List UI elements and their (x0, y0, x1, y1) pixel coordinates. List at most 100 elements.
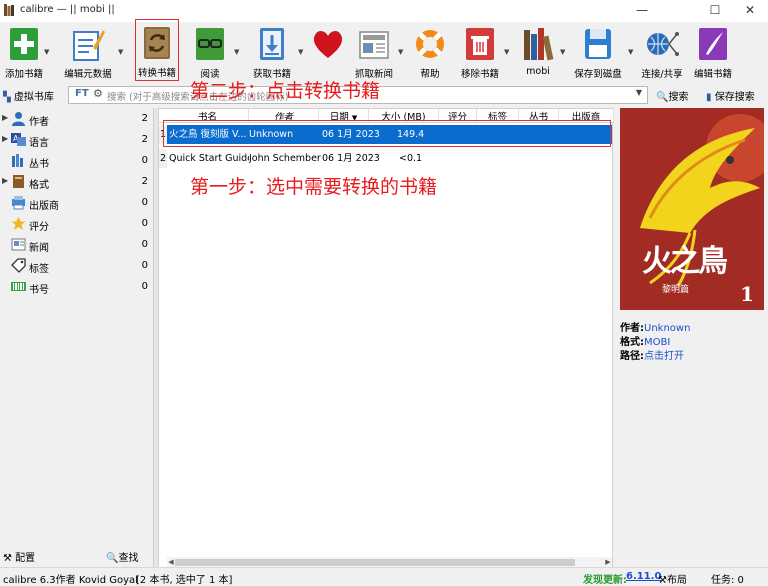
tag-item-tags[interactable]: 标签 0 (0, 256, 152, 276)
edit-metadata-dropdown[interactable]: ▼ (118, 48, 123, 56)
fetch-news-button[interactable]: 抓取新闻 (352, 24, 396, 82)
detail-author: 作者:Unknown (620, 319, 690, 334)
tag-name: 新闻 (29, 243, 49, 254)
edit-metadata-icon (73, 30, 105, 61)
maximize-button[interactable]: ☐ (697, 0, 733, 22)
tag-count: 0 (141, 218, 148, 229)
help-lifebuoy-icon (416, 30, 444, 58)
expand-arrow-icon[interactable]: ▶ (2, 134, 8, 143)
scrollbar-thumb[interactable] (175, 559, 575, 566)
help-button[interactable]: 帮助 (410, 24, 450, 82)
library-books-icon (524, 28, 554, 61)
update-label: 发现更新: (583, 575, 627, 586)
get-books-icon (260, 28, 284, 60)
advanced-search-gear-icon[interactable]: ⚙ (93, 87, 103, 100)
layout-button[interactable]: ⚒布局 (658, 571, 687, 586)
convert-books-icon (144, 27, 170, 59)
tag-item-identifiers[interactable]: 书号 0 (0, 277, 152, 297)
tag-browser: ▶ 作者 2 ▶ A 语言 2 丛书 0 ▶ 格式 2 出版商 0 评分 0 新… (0, 108, 152, 543)
detail-path-link[interactable]: 点击打开 (644, 351, 684, 362)
remove-books-dropdown[interactable]: ▼ (504, 48, 509, 56)
jobs-indicator[interactable]: 任务: 0 (711, 571, 744, 586)
cell-author: John Schember (249, 153, 321, 164)
connect-share-button[interactable]: 连接/共享 (641, 24, 683, 82)
cover-volume: 1 (740, 282, 754, 306)
donate-button[interactable] (308, 24, 348, 82)
expand-arrow-icon[interactable]: ▶ (2, 176, 8, 185)
library-button[interactable]: mobi (518, 24, 558, 82)
status-bar: calibre 6.3作者 Kovid Goyal [2 本书, 选中了 1 本… (0, 567, 768, 586)
edit-book-button[interactable]: 编辑书籍 (693, 24, 733, 82)
cell-size: <0.1 (399, 153, 423, 164)
wrench-icon: ⚒ (3, 553, 12, 564)
get-books-button[interactable]: 获取书籍 (252, 24, 292, 82)
tag-name: 评分 (29, 222, 49, 233)
layout-label: 布局 (666, 575, 687, 586)
book-details-panel: 火之鳥 黎明篇 1 作者:Unknown 格式:MOBI 路径:点击打开 (614, 108, 768, 570)
search-button-label: 搜索 (668, 92, 689, 103)
find-label: 查找 (118, 553, 139, 564)
tag-browser-footer: ⚒ 配置 🔍查找 (0, 545, 152, 565)
find-icon: 🔍 (106, 553, 119, 564)
tag-item-rating[interactable]: 评分 0 (0, 214, 152, 234)
full-text-search-icon[interactable]: FT (75, 88, 89, 99)
get-books-dropdown[interactable]: ▼ (298, 48, 303, 56)
add-books-dropdown[interactable]: ▼ (44, 48, 49, 56)
library-dropdown[interactable]: ▼ (560, 48, 565, 56)
step1-highlight-box (163, 120, 611, 147)
search-button[interactable]: 🔍搜索 (656, 88, 688, 103)
tag-item-languages[interactable]: ▶ A 语言 2 (0, 130, 152, 150)
annotation-step1: 第一步：选中需要转换的书籍 (190, 176, 438, 198)
minimize-button[interactable]: — (624, 0, 660, 22)
cell-title: Quick Start Guide (169, 153, 249, 164)
find-button[interactable]: 🔍查找 (106, 549, 138, 564)
connect-share-icon (647, 32, 679, 56)
virtual-library-button[interactable]: ▚ 虚拟书库 (3, 88, 54, 103)
tag-item-authors[interactable]: ▶ 作者 2 (0, 109, 152, 129)
configure-button[interactable]: ⚒ 配置 (3, 549, 35, 564)
tag-count: 2 (141, 113, 148, 124)
remove-books-button[interactable]: 移除书籍 (460, 24, 500, 82)
remove-books-label: 移除书籍 (460, 69, 499, 80)
read-button[interactable]: 阅读 (190, 24, 230, 82)
tag-item-formats[interactable]: ▶ 格式 2 (0, 172, 152, 192)
close-button[interactable]: ✕ (732, 0, 768, 22)
add-books-button[interactable]: 添加书籍 (4, 24, 44, 82)
main-toolbar: 添加书籍 ▼ 编辑元数据 ▼ 转换书籍 阅读 ▼ 获取书籍 ▼ 抓取新闻 ▼ 帮… (0, 19, 768, 84)
save-to-disk-button[interactable]: 保存到磁盘 (574, 24, 622, 82)
edit-metadata-label: 编辑元数据 (64, 69, 112, 80)
calibre-app-icon (4, 4, 14, 16)
tag-item-publishers[interactable]: 出版商 0 (0, 193, 152, 213)
tag-count: 0 (141, 197, 148, 208)
help-label: 帮助 (420, 69, 440, 80)
detail-path: 路径:点击打开 (620, 347, 684, 362)
cell-date: 06 1月 2023 (322, 153, 380, 164)
publisher-icon (12, 196, 25, 210)
convert-books-label: 转换书籍 (137, 68, 176, 79)
edit-metadata-button[interactable]: 编辑元数据 (64, 24, 112, 82)
title-bar: calibre — || mobi || — ☐ ✕ (0, 0, 768, 22)
save-search-label: 保存搜索 (714, 92, 755, 103)
status-version: calibre 6.3作者 Kovid Goyal (3, 575, 138, 586)
expand-arrow-icon[interactable]: ▶ (2, 113, 8, 122)
virtual-library-label: 虚拟书库 (13, 92, 54, 103)
table-row[interactable]: 2 Quick Start Guide John Schember 06 1月 … (159, 149, 614, 168)
read-dropdown[interactable]: ▼ (234, 48, 239, 56)
tag-name: 书号 (29, 285, 49, 296)
tag-item-news[interactable]: 新闻 0 (0, 235, 152, 255)
book-cover-image[interactable]: 火之鳥 黎明篇 1 (620, 108, 764, 310)
tag-item-series[interactable]: 丛书 0 (0, 151, 152, 171)
cover-subtitle: 黎明篇 (662, 285, 690, 295)
detail-format: 格式:MOBI (620, 333, 670, 348)
annotation-step2: 第二步：点击转换书籍 (190, 80, 381, 102)
convert-books-button[interactable]: 转换书籍 (135, 19, 179, 81)
save-to-disk-dropdown[interactable]: ▼ (628, 48, 633, 56)
save-search-button[interactable]: ▮ 保存搜索 (706, 88, 755, 103)
search-history-dropdown[interactable]: ▼ (633, 88, 645, 102)
fetch-news-dropdown[interactable]: ▼ (398, 48, 403, 56)
add-books-icon (10, 28, 38, 60)
edit-book-label: 编辑书籍 (693, 69, 732, 80)
update-version-link[interactable]: 6.11.0 (626, 571, 661, 582)
series-icon (12, 154, 23, 167)
languages-icon: A (11, 133, 26, 146)
